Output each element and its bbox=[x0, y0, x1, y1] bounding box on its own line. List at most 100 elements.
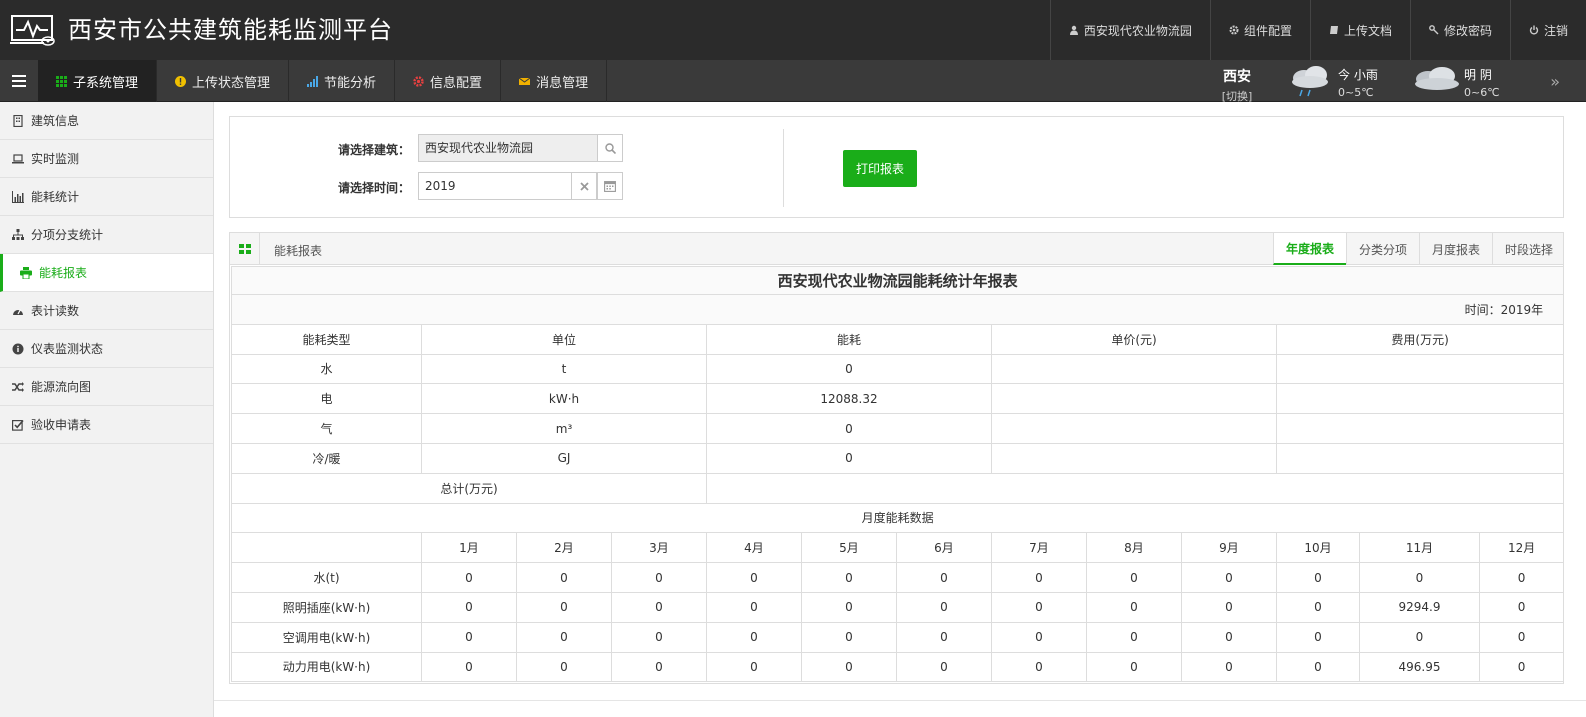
top-action-label: 注销 bbox=[1543, 23, 1568, 38]
summary-header: 费用(万元) bbox=[1275, 323, 1563, 355]
summary-header-row: 能耗类型 单位 能耗 单价(元) 费用(万元) bbox=[231, 323, 1563, 355]
nav-tab-upload-status[interactable]: 上传状态管理 bbox=[157, 60, 290, 102]
monthly-cell: 0 bbox=[991, 621, 1087, 653]
summary-cell: 电 bbox=[231, 383, 422, 415]
monthly-cell: 0 bbox=[1181, 562, 1277, 593]
top-action-component-config[interactable]: 组件配置 bbox=[1209, 0, 1310, 60]
sidebar-item-meter-reading[interactable]: 表计读数 bbox=[0, 292, 213, 330]
building-select-input[interactable]: 西安现代农业物流园 bbox=[418, 134, 598, 162]
nav-tab-label: 消息管理 bbox=[536, 75, 589, 91]
tab-monthly-report[interactable]: 月度报表 bbox=[1418, 233, 1492, 265]
top-action-change-password[interactable]: 修改密码 bbox=[1409, 0, 1510, 60]
close-icon bbox=[579, 181, 589, 191]
top-action-building[interactable]: 西安现代农业物流园 bbox=[1049, 0, 1210, 60]
tab-period-select[interactable]: 时段选择 bbox=[1491, 233, 1563, 265]
sidebar-item-energy-stats[interactable]: 能耗统计 bbox=[0, 178, 213, 216]
monthly-row: 空调用电(kW·h) 0 0 0 0 0 0 0 0 0 0 0 0 bbox=[231, 621, 1563, 653]
search-icon bbox=[604, 142, 616, 154]
monthly-cell: 0 bbox=[1276, 562, 1360, 593]
weather-today-temp: 0~5℃ bbox=[1338, 86, 1374, 99]
filter-divider bbox=[783, 129, 784, 207]
nav-tab-subsystem[interactable]: 子系统管理 bbox=[38, 60, 158, 102]
tab-category[interactable]: 分类分项 bbox=[1345, 233, 1419, 265]
summary-cell: 水 bbox=[231, 353, 422, 385]
nav-tab-energy-analysis[interactable]: 节能分析 bbox=[289, 60, 396, 102]
gear-icon bbox=[413, 75, 424, 87]
monthly-cell: 0 bbox=[991, 591, 1087, 623]
summary-cell bbox=[991, 442, 1277, 474]
print-report-button[interactable]: 打印报表 bbox=[843, 150, 917, 187]
sidebar-item-acceptance-form[interactable]: 验收申请表 bbox=[0, 406, 213, 444]
time-clear-button[interactable] bbox=[571, 172, 597, 200]
summary-cell: t bbox=[421, 353, 707, 385]
monthly-cell: 照明插座(kW·h) bbox=[231, 591, 422, 623]
summary-cell bbox=[991, 383, 1277, 415]
main-nav: 子系统管理 上传状态管理 节能分析 信息配置 消息管理 西安 [切换] 今 小雨 bbox=[0, 60, 1586, 104]
monthly-cell: 0 bbox=[611, 651, 707, 683]
report-table: 西安现代农业物流园能耗统计年报表 时间：2019年 能耗类型 单位 能耗 单价(… bbox=[230, 266, 1563, 683]
grid-icon bbox=[238, 244, 251, 254]
sidebar-item-energy-report[interactable]: 能耗报表 bbox=[0, 254, 213, 292]
sidebar-item-realtime-monitor[interactable]: 实时监测 bbox=[0, 140, 213, 178]
monthly-cell: 0 bbox=[1086, 591, 1182, 623]
top-action-label: 上传文档 bbox=[1343, 23, 1392, 38]
summary-cell: kW·h bbox=[421, 383, 707, 415]
summary-cell: 0 bbox=[706, 442, 992, 474]
summary-cell bbox=[1275, 353, 1563, 385]
sidebar-item-meter-status[interactable]: 仪表监测状态 bbox=[0, 330, 213, 368]
report-grid-icon-box bbox=[230, 233, 260, 265]
top-action-logout[interactable]: 注销 bbox=[1509, 0, 1586, 60]
summary-header: 能耗 bbox=[706, 323, 992, 355]
gauge-icon bbox=[13, 308, 23, 315]
monthly-cell: 0 bbox=[516, 621, 612, 653]
monthly-row: 水(t) 0 0 0 0 0 0 0 0 0 0 0 0 bbox=[231, 562, 1563, 593]
laptop-icon bbox=[12, 153, 24, 163]
monthly-cell: 0 bbox=[421, 591, 517, 623]
checkbox-icon bbox=[12, 419, 24, 431]
time-select-label: 请选择时间： bbox=[338, 181, 411, 195]
building-icon bbox=[13, 114, 23, 127]
monthly-cell: 0 bbox=[421, 621, 517, 653]
monthly-cell: 0 bbox=[611, 621, 707, 653]
sidebar-item-label: 分项分支统计 bbox=[31, 228, 104, 242]
top-action-upload-docs[interactable]: 上传文档 bbox=[1309, 0, 1410, 60]
summary-cell bbox=[1275, 442, 1563, 474]
sidebar-item-label: 建筑信息 bbox=[31, 114, 80, 128]
report-title: 西安现代农业物流园能耗统计年报表 bbox=[230, 266, 1563, 295]
building-search-button[interactable] bbox=[597, 134, 623, 162]
monthly-cell: 0 bbox=[1478, 621, 1563, 653]
sidebar-item-label: 能耗报表 bbox=[39, 266, 88, 280]
nav-tab-info-config[interactable]: 信息配置 bbox=[395, 60, 502, 102]
tab-annual-report[interactable]: 年度报表 bbox=[1272, 233, 1346, 265]
sidebar-item-label: 验收申请表 bbox=[31, 418, 92, 432]
sidebar-item-building-info[interactable]: 建筑信息 bbox=[0, 102, 213, 140]
monthly-cell: 空调用电(kW·h) bbox=[231, 621, 422, 653]
summary-cell: 冷/暖 bbox=[231, 442, 422, 474]
time-select-input[interactable]: 2019 bbox=[418, 172, 572, 200]
monthly-cell: 0 bbox=[801, 621, 897, 653]
monthly-cell: 0 bbox=[1478, 562, 1563, 593]
calendar-icon bbox=[604, 181, 616, 192]
summary-cell bbox=[1275, 383, 1563, 415]
summary-row: 气 m³ 0 bbox=[231, 413, 1563, 444]
weather-switch-link[interactable]: [切换] bbox=[1210, 88, 1264, 104]
nav-tab-message[interactable]: 消息管理 bbox=[501, 60, 608, 102]
monthly-cell: 0 bbox=[421, 651, 517, 683]
user-icon bbox=[1069, 25, 1078, 35]
nav-more-button[interactable]: » bbox=[1550, 72, 1560, 91]
summary-cell bbox=[991, 353, 1277, 385]
bar-chart-icon bbox=[12, 190, 24, 203]
monthly-cell: 0 bbox=[801, 651, 897, 683]
monitor-logo-icon bbox=[10, 15, 55, 46]
summary-cell: GJ bbox=[421, 442, 707, 474]
monthly-cell: 0 bbox=[1086, 562, 1182, 593]
monthly-cell: 0 bbox=[896, 621, 992, 653]
month-header: 12月 bbox=[1478, 532, 1563, 564]
sidebar-item-energy-flow[interactable]: 能源流向图 bbox=[0, 368, 213, 406]
monthly-cell: 0 bbox=[1086, 651, 1182, 683]
menu-toggle-button[interactable] bbox=[0, 60, 38, 102]
monthly-cell: 496.95 bbox=[1359, 651, 1480, 683]
calendar-button[interactable] bbox=[597, 172, 623, 200]
sidebar-item-branch-stats[interactable]: 分项分支统计 bbox=[0, 216, 213, 254]
envelope-icon bbox=[519, 77, 531, 85]
